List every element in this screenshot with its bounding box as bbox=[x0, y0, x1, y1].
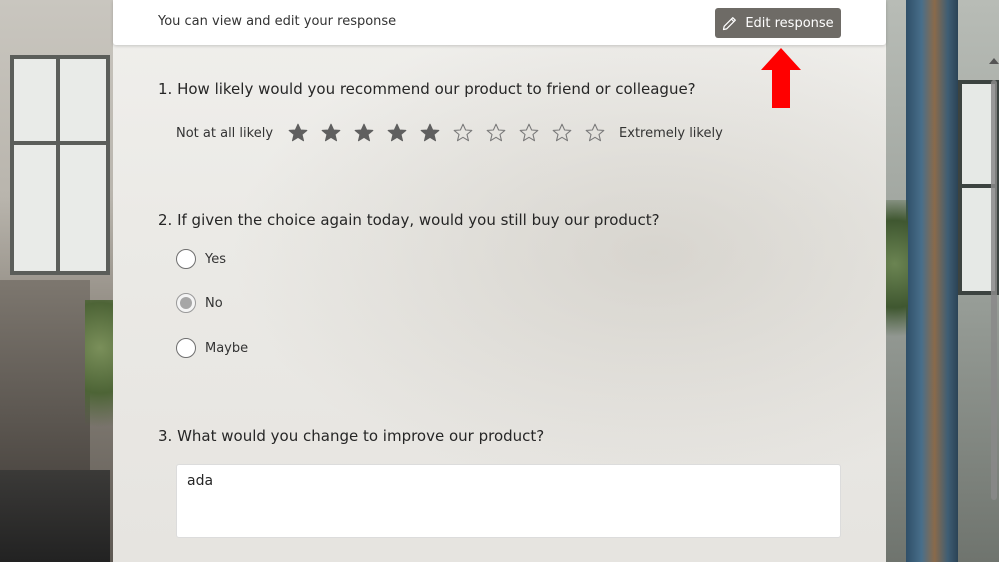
star-icon[interactable] bbox=[512, 122, 545, 144]
edit-response-button[interactable]: Edit response bbox=[715, 8, 841, 38]
star-icon[interactable] bbox=[446, 122, 479, 144]
question-2-title: 2. If given the choice again today, woul… bbox=[158, 211, 660, 229]
rating-row: Not at all likely Extremely likely bbox=[176, 121, 723, 145]
form-panel: You can view and edit your response Edit… bbox=[113, 0, 886, 562]
background-window bbox=[10, 55, 110, 275]
pencil-icon bbox=[722, 16, 737, 31]
background-printer bbox=[0, 470, 110, 562]
scrollbar-thumb[interactable] bbox=[991, 80, 997, 500]
background-plant bbox=[85, 300, 115, 460]
question-3-title: 3. What would you change to improve our … bbox=[158, 427, 545, 445]
answer-textarea[interactable]: ada bbox=[176, 464, 841, 538]
radio-maybe[interactable] bbox=[176, 338, 196, 358]
option-yes-label: Yes bbox=[205, 251, 226, 267]
radio-no[interactable] bbox=[176, 293, 196, 313]
response-info-text: You can view and edit your response bbox=[158, 14, 397, 29]
option-maybe[interactable]: Maybe bbox=[176, 337, 248, 359]
rating-high-label: Extremely likely bbox=[619, 125, 723, 141]
red-arrow-up-icon bbox=[761, 48, 801, 108]
star-rating bbox=[281, 122, 611, 144]
option-yes[interactable]: Yes bbox=[176, 248, 226, 270]
star-icon[interactable] bbox=[578, 122, 611, 144]
star-icon[interactable] bbox=[380, 122, 413, 144]
background-shelf bbox=[0, 280, 90, 480]
option-no[interactable]: No bbox=[176, 292, 223, 314]
question-1-title: 1. How likely would you recommend our pr… bbox=[158, 80, 696, 98]
response-header-bar: You can view and edit your response Edit… bbox=[113, 0, 886, 45]
option-maybe-label: Maybe bbox=[205, 340, 249, 356]
radio-yes[interactable] bbox=[176, 249, 196, 269]
background-plant-right bbox=[886, 200, 908, 360]
option-no-label: No bbox=[205, 295, 223, 311]
star-icon[interactable] bbox=[413, 122, 446, 144]
star-icon[interactable] bbox=[314, 122, 347, 144]
star-icon[interactable] bbox=[281, 122, 314, 144]
rating-low-label: Not at all likely bbox=[176, 125, 274, 141]
scroll-up-arrow-icon[interactable] bbox=[989, 58, 999, 64]
star-icon[interactable] bbox=[347, 122, 380, 144]
star-icon[interactable] bbox=[479, 122, 512, 144]
star-icon[interactable] bbox=[545, 122, 578, 144]
background-pillar bbox=[906, 0, 958, 562]
edit-response-label: Edit response bbox=[745, 15, 834, 31]
